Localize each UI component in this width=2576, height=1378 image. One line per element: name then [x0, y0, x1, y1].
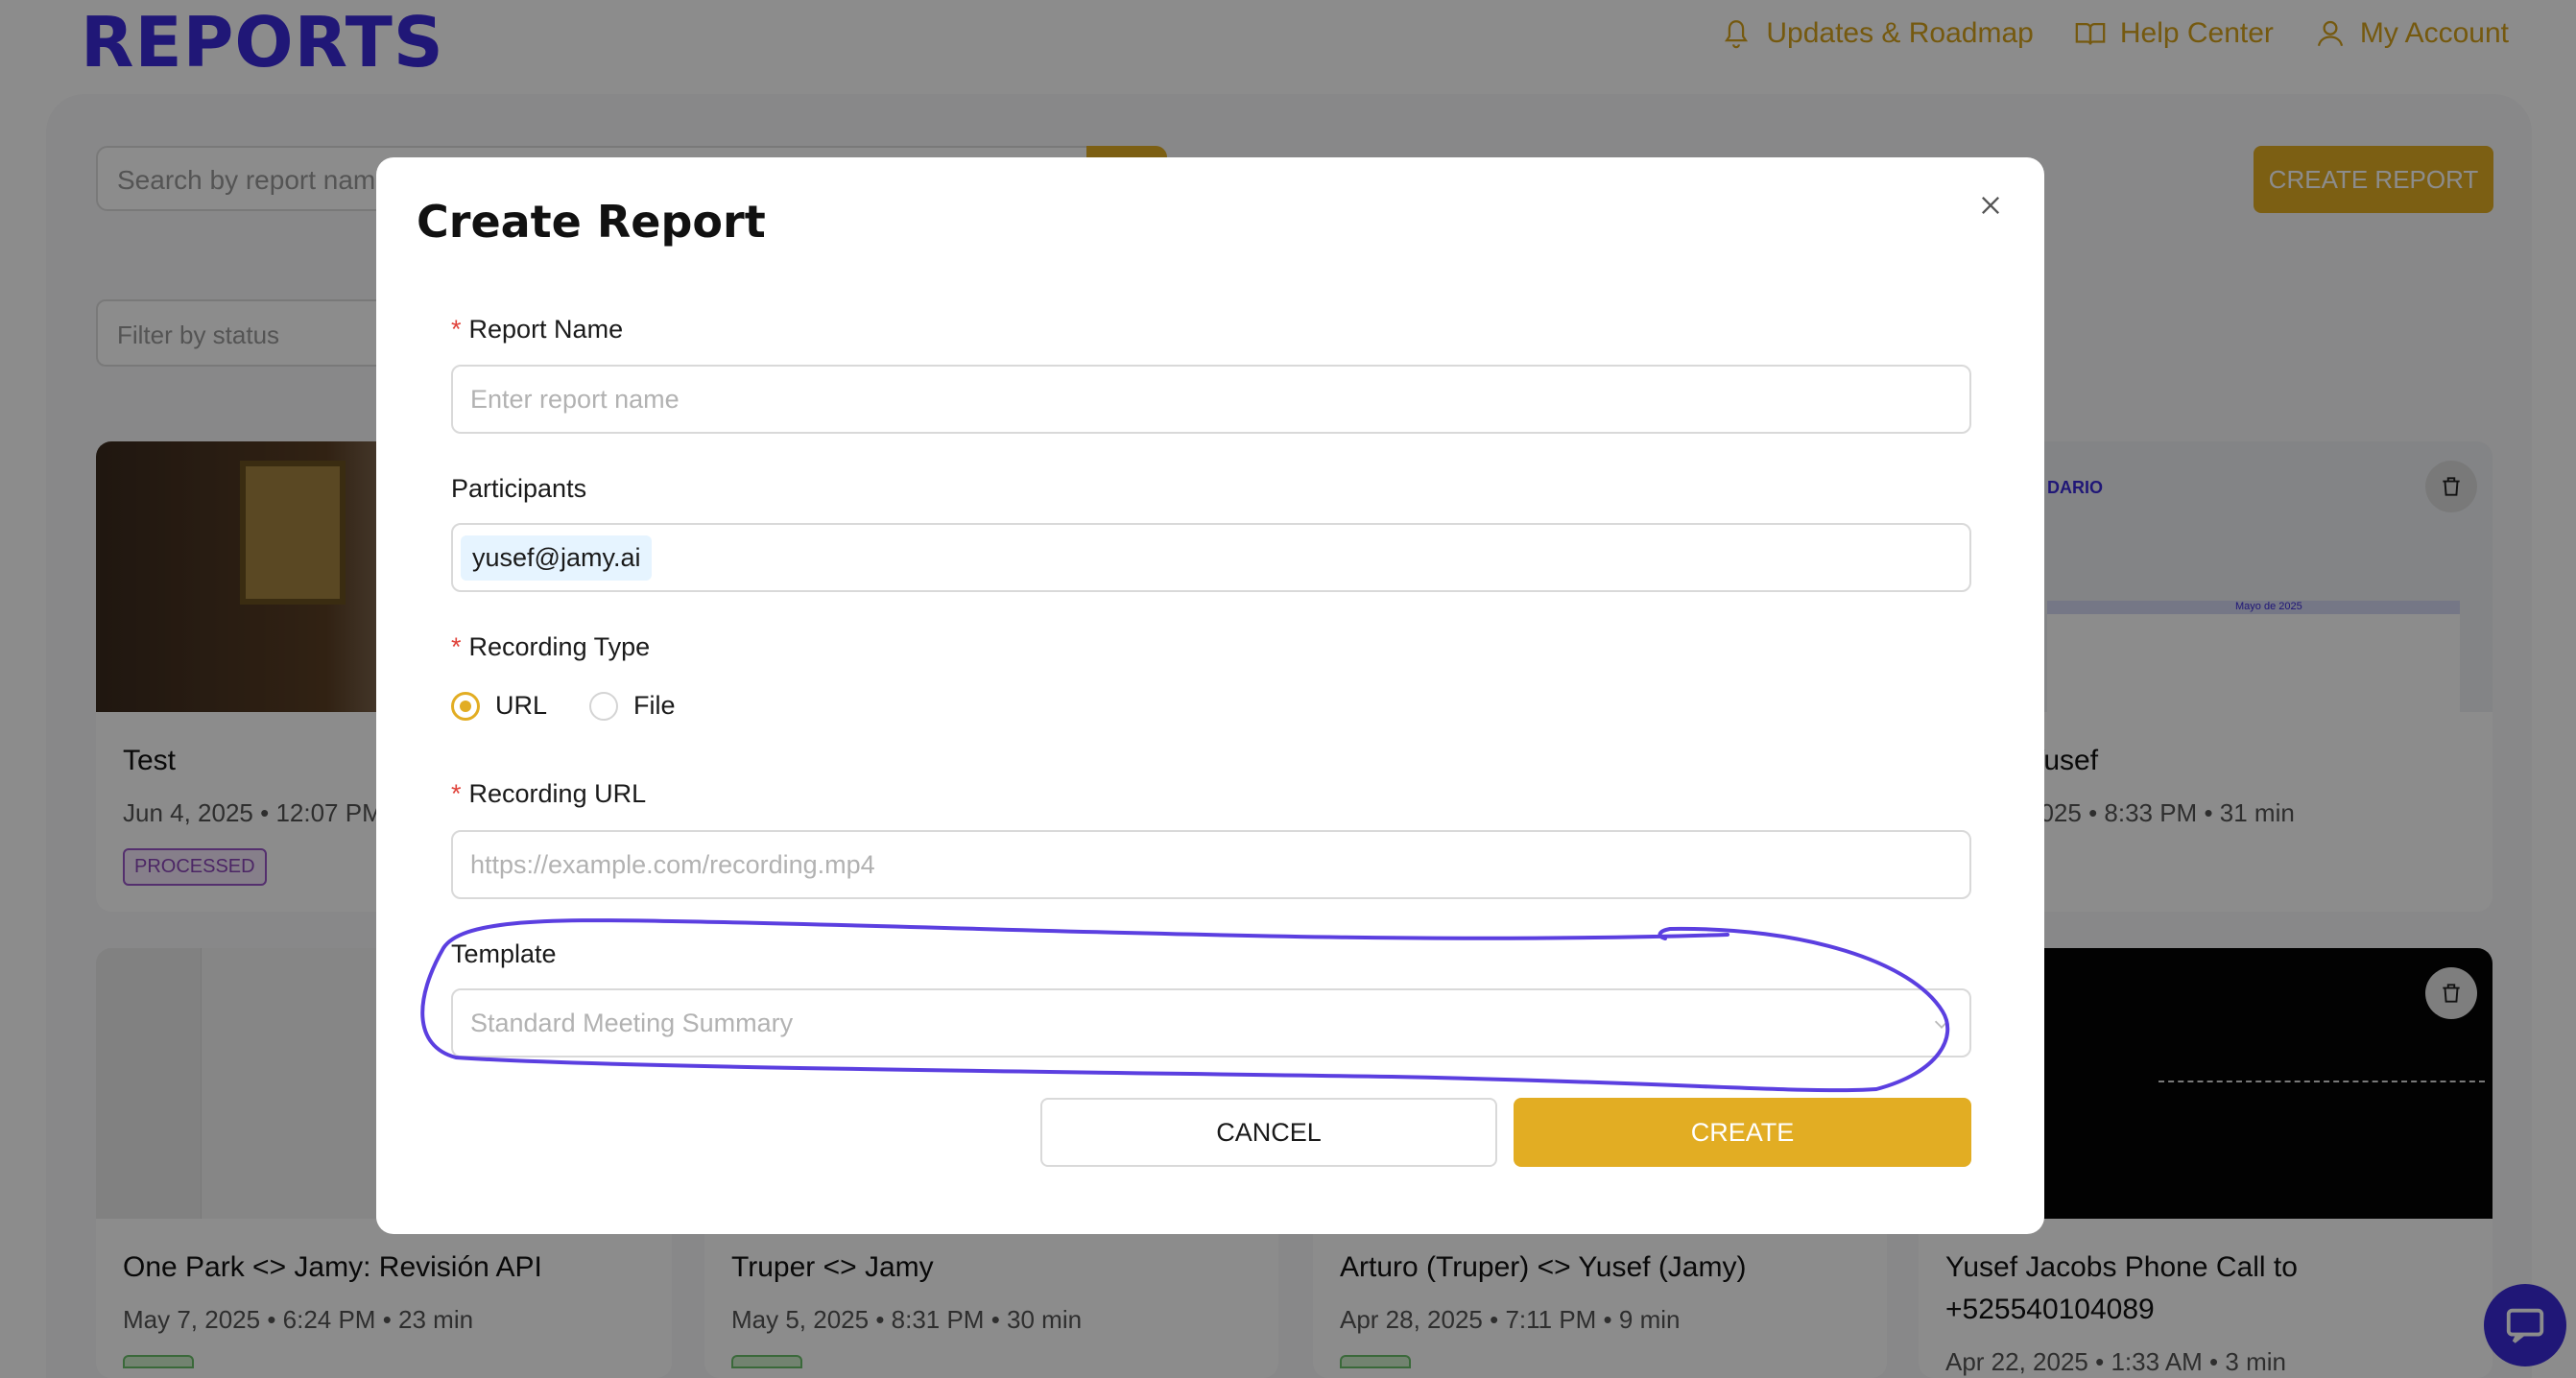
radio-file-label: File	[633, 691, 676, 720]
report-name-input[interactable]: Enter report name	[451, 365, 1971, 434]
close-icon	[1982, 197, 1999, 214]
required-mark: *	[451, 779, 462, 808]
report-name-label: * Report Name	[451, 315, 623, 344]
chevron-down-icon	[1934, 1020, 1949, 1029]
close-button[interactable]	[1971, 186, 2010, 225]
participants-input[interactable]: yusef@jamy.ai	[451, 523, 1971, 592]
participant-tag[interactable]: yusef@jamy.ai	[461, 535, 653, 581]
template-value: Standard Meeting Summary	[470, 1008, 794, 1037]
required-mark: *	[451, 315, 462, 344]
participants-label: Participants	[451, 474, 587, 503]
recording-type-label: * Recording Type	[451, 632, 650, 662]
recording-type-radio-group: URL File	[451, 691, 699, 721]
recording-url-label-text: Recording URL	[468, 779, 647, 808]
recording-url-input[interactable]: https://example.com/recording.mp4	[451, 830, 1971, 899]
create-report-dialog: Create Report * Report Name Enter report …	[376, 157, 2044, 1234]
radio-url[interactable]	[451, 691, 480, 721]
template-label: Template	[451, 939, 557, 968]
required-mark: *	[451, 632, 462, 661]
cancel-button[interactable]: CANCEL	[1040, 1098, 1497, 1167]
create-button[interactable]: CREATE	[1514, 1098, 1971, 1167]
dialog-title: Create Report	[417, 196, 766, 248]
radio-option-url[interactable]: URL	[451, 691, 547, 721]
report-name-label-text: Report Name	[468, 315, 624, 344]
radio-option-file[interactable]: File	[589, 691, 676, 721]
template-select[interactable]: Standard Meeting Summary	[451, 988, 1971, 1057]
recording-type-label-text: Recording Type	[468, 632, 651, 661]
recording-url-label: * Recording URL	[451, 779, 646, 809]
radio-url-label: URL	[495, 691, 548, 720]
radio-file[interactable]	[589, 691, 619, 721]
